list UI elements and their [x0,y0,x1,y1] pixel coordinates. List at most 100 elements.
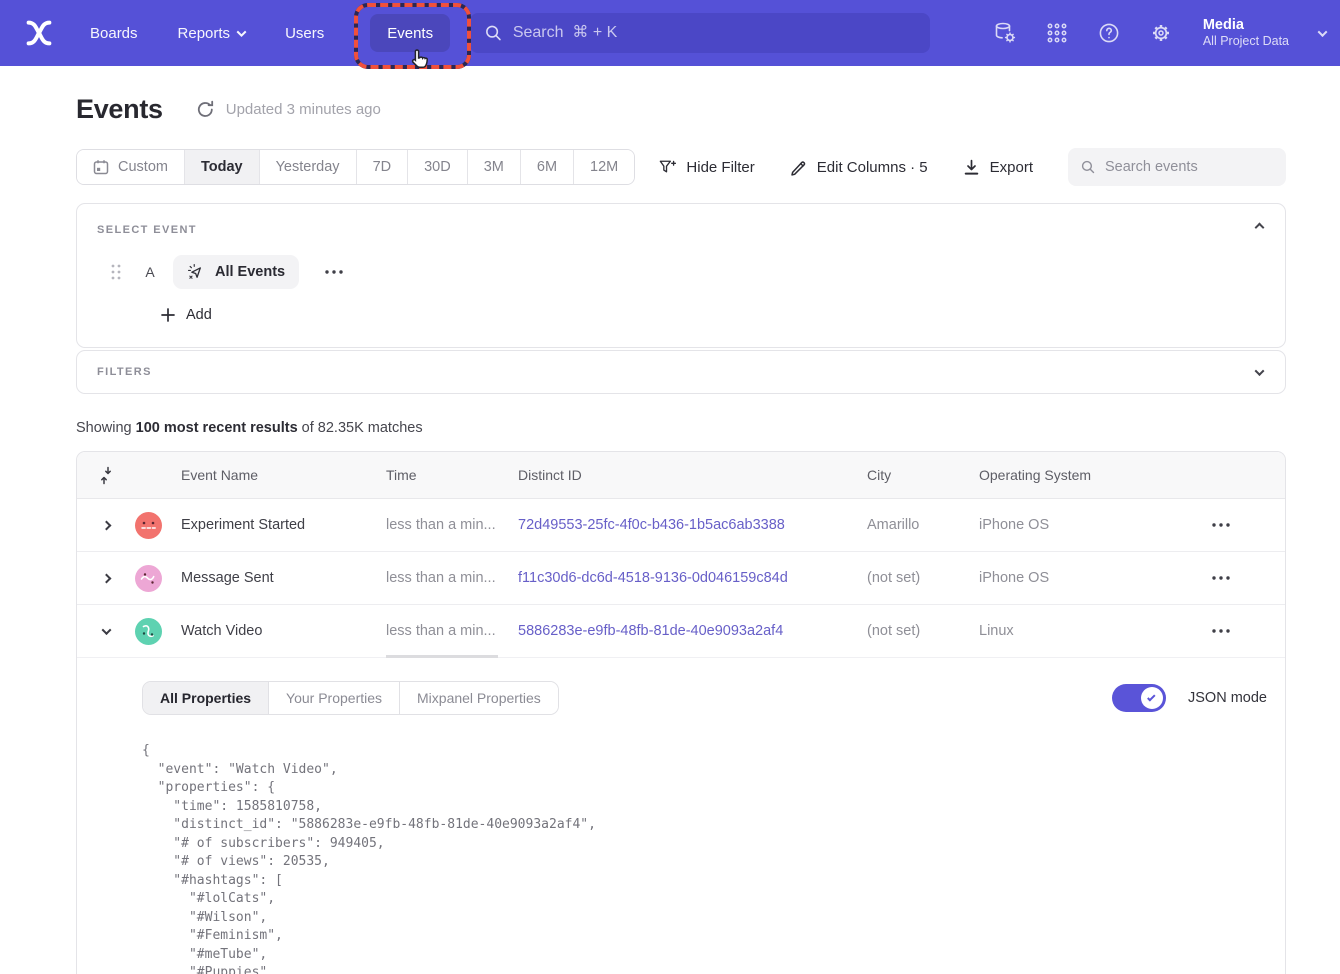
page-header: Events Updated 3 minutes ago [76,94,1286,125]
row-more-options-icon[interactable] [1212,576,1230,580]
event-query-row: A All Events [97,255,1265,289]
chevron-down-icon [1318,27,1328,37]
event-time: less than a min... [386,570,518,586]
select-event-label: SELECT EVENT [97,224,1265,236]
export-label: Export [990,159,1033,176]
nav-item-reports[interactable]: Reports [178,25,246,42]
page-title: Events [76,94,163,125]
event-os: iPhone OS [979,517,1194,533]
nav-item-label: Users [285,25,324,42]
event-detail-panel: All Properties Your Properties Mixpanel … [77,658,1285,974]
results-count: 100 most recent results [136,420,298,436]
tab-your-properties[interactable]: Your Properties [269,682,400,714]
event-avatar [135,512,162,539]
event-name: Message Sent [181,570,386,586]
detail-header: All Properties Your Properties Mixpanel … [142,681,1267,715]
event-city: (not set) [867,570,979,586]
date-option-3m[interactable]: 3M [468,150,521,184]
date-option-yesterday[interactable]: Yesterday [260,150,357,184]
json-mode-label: JSON mode [1188,690,1267,706]
export-button[interactable]: Export [963,159,1033,176]
date-option-today[interactable]: Today [185,150,260,184]
tab-mixpanel-properties[interactable]: Mixpanel Properties [400,682,558,714]
toggle-knob [1141,687,1163,709]
mixpanel-logo-icon[interactable] [22,16,56,50]
filters-label: FILTERS [97,366,152,378]
project-scope: All Project Data [1203,34,1289,50]
table-row-expanded[interactable]: Watch Video less than a min... 5886283e-… [77,605,1285,658]
date-range-control: Custom Today Yesterday 7D 30D 3M 6M 12M [76,149,635,185]
help-icon[interactable] [1097,21,1121,45]
table-row[interactable]: Message Sent less than a min... f11c30d6… [77,552,1285,605]
controls-row: Custom Today Yesterday 7D 30D 3M 6M 12M … [76,148,1286,186]
nav-item-boards[interactable]: Boards [90,25,138,42]
column-header-os[interactable]: Operating System [979,467,1194,483]
filters-card[interactable]: FILTERS [76,350,1286,394]
expand-row-chevron-icon[interactable] [101,573,111,583]
drag-handle-icon[interactable] [111,264,121,280]
collapse-row-chevron-icon[interactable] [101,625,111,635]
date-option-7d[interactable]: 7D [357,150,409,184]
sort-icon[interactable] [99,466,113,485]
nav-item-users[interactable]: Users [285,25,324,42]
column-header-city[interactable]: City [867,467,979,483]
global-search[interactable] [470,13,930,53]
date-option-label: 3M [484,159,504,175]
pencil-icon [790,159,807,176]
event-os: iPhone OS [979,570,1194,586]
add-event-button[interactable]: Add [161,307,1265,323]
search-icon [485,24,502,42]
table-row[interactable]: Experiment Started less than a min... 72… [77,499,1285,552]
apps-grid-icon[interactable] [1045,21,1069,45]
edit-columns-label: Edit Columns · 5 [817,159,928,176]
hide-filter-button[interactable]: Hide Filter [659,159,754,176]
refresh-icon[interactable] [196,100,215,119]
more-options-icon[interactable] [325,270,343,274]
chevron-down-icon [237,27,247,37]
date-option-12m[interactable]: 12M [574,150,634,184]
json-mode-control: JSON mode [1112,684,1267,712]
event-city: Amarillo [867,517,979,533]
edit-columns-button[interactable]: Edit Columns · 5 [790,159,928,176]
date-option-label: Custom [118,159,168,175]
last-updated-text: Updated 3 minutes ago [226,101,381,118]
distinct-id-link[interactable]: 72d49553-25fc-4f0c-b436-1b5ac6ab3388 [518,517,785,533]
date-option-custom[interactable]: Custom [77,150,185,184]
date-option-label: 12M [590,159,618,175]
hide-filter-label: Hide Filter [686,159,754,176]
event-selector-label: All Events [215,264,285,280]
row-more-options-icon[interactable] [1212,629,1230,633]
tab-label: Your Properties [286,690,382,706]
distinct-id-link[interactable]: f11c30d6-dc6d-4518-9136-0d046159c84d [518,570,788,586]
tab-label: All Properties [160,690,251,706]
expand-row-chevron-icon[interactable] [101,520,111,530]
date-option-label: Yesterday [276,159,340,175]
project-switcher[interactable]: Media All Project Data [1203,16,1289,50]
event-selector-button[interactable]: All Events [173,255,299,289]
nav-item-label: Reports [178,25,231,42]
column-header-distinct-id[interactable]: Distinct ID [518,467,867,483]
expand-chevron-down-icon[interactable] [1255,366,1265,376]
date-option-label: 7D [373,159,392,175]
project-name: Media [1203,16,1289,34]
date-option-30d[interactable]: 30D [408,150,468,184]
global-search-input[interactable] [513,24,915,42]
settings-gear-icon[interactable] [1149,21,1173,45]
event-city: (not set) [867,623,979,639]
search-icon [1081,159,1095,175]
plus-icon [161,308,175,322]
json-mode-toggle[interactable] [1112,684,1166,712]
column-header-event-name[interactable]: Event Name [181,467,386,483]
data-management-icon[interactable] [993,21,1017,45]
distinct-id-link[interactable]: 5886283e-e9fb-48fb-81de-40e9093a2af4 [518,623,783,639]
search-events-input[interactable] [1105,159,1273,175]
column-header-time[interactable]: Time [386,467,518,483]
row-more-options-icon[interactable] [1212,523,1230,527]
event-avatar [135,618,162,645]
search-events-box[interactable] [1068,148,1286,186]
date-option-6m[interactable]: 6M [521,150,574,184]
event-json-view: { "event": "Watch Video", "properties": … [142,742,1267,974]
tab-all-properties[interactable]: All Properties [143,682,269,714]
event-time: less than a min... [386,623,518,639]
select-event-card: SELECT EVENT A All Events [76,203,1286,348]
